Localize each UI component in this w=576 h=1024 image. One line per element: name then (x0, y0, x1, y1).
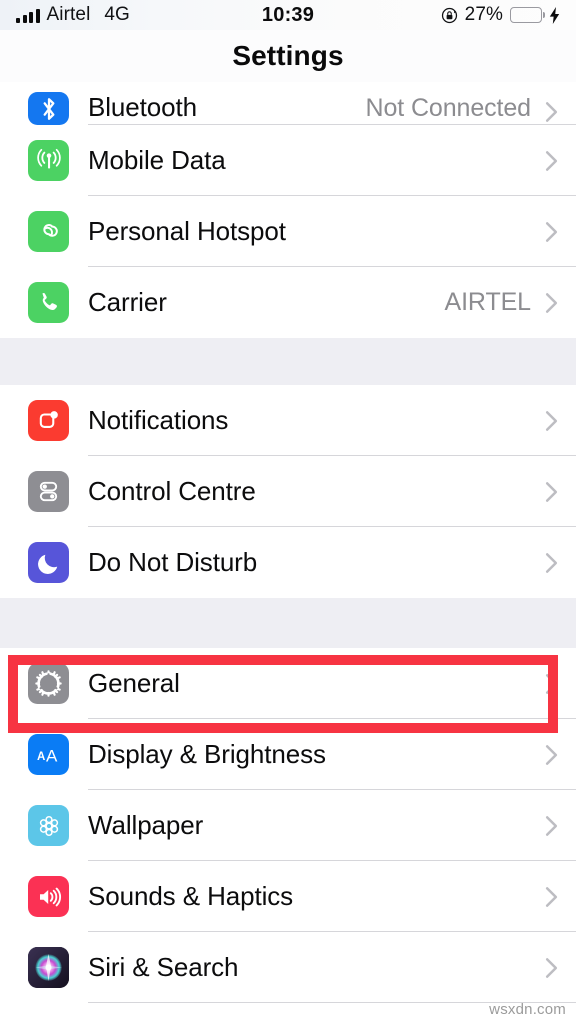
status-bar: Airtel 4G 10:39 27% (0, 0, 576, 30)
battery-icon (510, 7, 542, 23)
row-label: Mobile Data (88, 145, 226, 175)
row-label: Wallpaper (88, 810, 204, 840)
svg-text:A: A (37, 751, 45, 763)
siri-search-icon (28, 947, 69, 988)
settings-row-wallpaper[interactable]: Wallpaper (0, 790, 576, 861)
status-bar-right: 27% (441, 4, 560, 26)
chevron-right-icon (545, 221, 558, 243)
settings-row-bluetooth[interactable]: Bluetooth Not Connected (0, 82, 576, 125)
chevron-right-icon (545, 150, 558, 172)
settings-group-connectivity: Bluetooth Not Connected Mobile Data Pers… (0, 82, 576, 338)
settings-row-general[interactable]: General (0, 648, 576, 719)
chevron-right-icon (545, 292, 558, 314)
display-brightness-icon: A A (28, 734, 69, 775)
iphone-settings-screen: Airtel 4G 10:39 27% Settings Bluetooth N… (0, 0, 576, 1024)
chevron-right-icon (545, 957, 558, 979)
row-label: Bluetooth (88, 92, 197, 122)
settings-row-do-not-disturb[interactable]: Do Not Disturb (0, 527, 576, 598)
status-carrier-label: Airtel (46, 4, 91, 25)
settings-row-display-brightness[interactable]: A A Display & Brightness (0, 719, 576, 790)
chevron-right-icon (545, 744, 558, 766)
row-label: General (88, 668, 180, 698)
settings-group-system: General A A Display & Brightness Wallpap… (0, 648, 576, 1003)
settings-row-siri-search[interactable]: Siri & Search (0, 932, 576, 1003)
row-label: Personal Hotspot (88, 216, 286, 246)
status-network-label: 4G (104, 4, 130, 25)
row-label: Control Centre (88, 476, 256, 506)
charging-bolt-icon (549, 6, 560, 24)
row-label: Siri & Search (88, 952, 239, 982)
wallpaper-icon (28, 805, 69, 846)
svg-text:A: A (46, 746, 58, 765)
battery-percent-label: 27% (464, 4, 503, 25)
settings-row-personal-hotspot[interactable]: Personal Hotspot (0, 196, 576, 267)
settings-list[interactable]: Bluetooth Not Connected Mobile Data Pers… (0, 82, 576, 1024)
control-centre-icon (28, 471, 69, 512)
do-not-disturb-icon (28, 542, 69, 583)
row-detail: AIRTEL (444, 288, 532, 316)
watermark: wsxdn.com (489, 1001, 566, 1018)
group-separator-1 (0, 338, 576, 385)
chevron-right-icon (545, 886, 558, 908)
row-detail: Not Connected (365, 94, 532, 122)
row-label: Display & Brightness (88, 739, 326, 769)
row-label: Notifications (88, 405, 229, 435)
personal-hotspot-icon (28, 211, 69, 252)
settings-row-control-centre[interactable]: Control Centre (0, 456, 576, 527)
row-label: Carrier (88, 287, 167, 317)
notifications-icon (28, 400, 69, 441)
settings-row-carrier[interactable]: Carrier AIRTEL (0, 267, 576, 338)
settings-row-sounds-haptics[interactable]: Sounds & Haptics (0, 861, 576, 932)
settings-group-alerts: Notifications Control Centre Do Not Dist… (0, 385, 576, 598)
sounds-haptics-icon (28, 876, 69, 917)
settings-row-notifications[interactable]: Notifications (0, 385, 576, 456)
settings-row-mobile-data[interactable]: Mobile Data (0, 125, 576, 196)
chevron-right-icon (545, 552, 558, 574)
chevron-right-icon (545, 410, 558, 432)
row-label: Do Not Disturb (88, 547, 258, 577)
mobile-data-icon (28, 140, 69, 181)
chevron-right-icon (545, 481, 558, 503)
chevron-right-icon (545, 101, 558, 123)
general-gear-icon (28, 663, 69, 704)
chevron-right-icon (545, 815, 558, 837)
group-separator-2 (0, 598, 576, 648)
rotation-lock-icon (441, 7, 458, 24)
signal-bars-icon (16, 8, 40, 23)
status-bar-left: Airtel 4G (16, 4, 130, 26)
navigation-bar: Settings (0, 30, 576, 82)
chevron-right-icon (545, 673, 558, 695)
carrier-phone-icon (28, 282, 69, 323)
row-label: Sounds & Haptics (88, 881, 294, 911)
bluetooth-icon (28, 92, 69, 125)
page-title: Settings (232, 40, 344, 71)
